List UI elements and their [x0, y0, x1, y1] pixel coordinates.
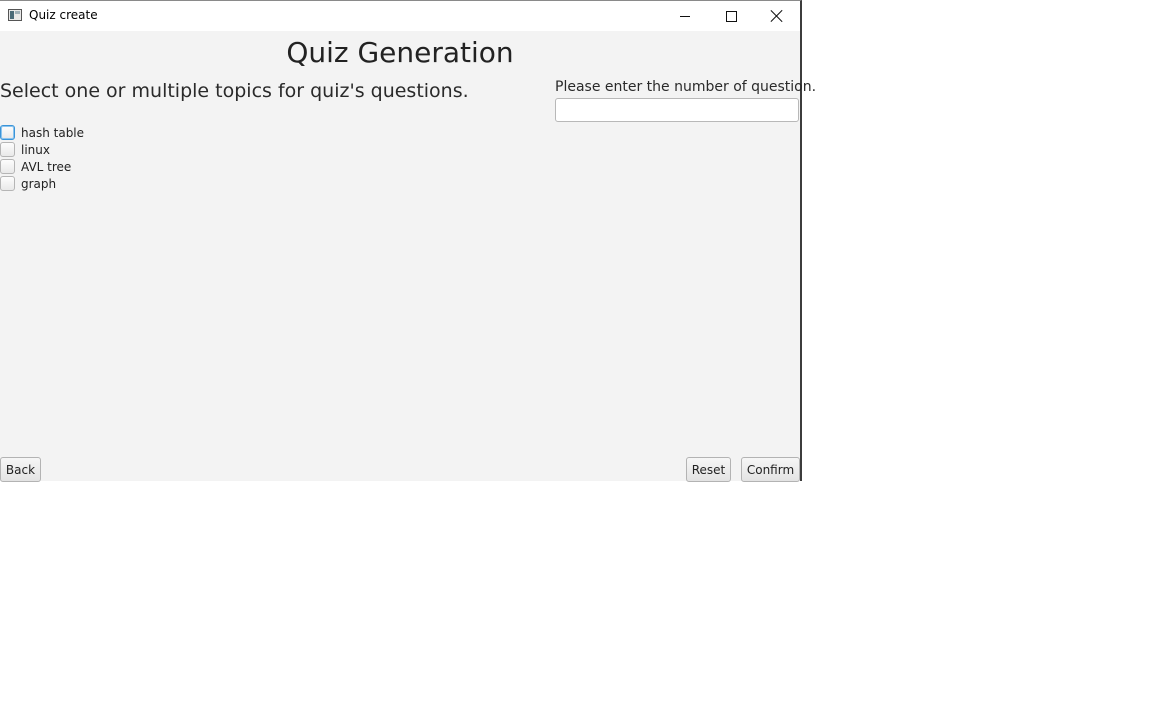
topic-checkbox[interactable] — [0, 159, 15, 174]
topic-item-graph[interactable]: graph — [0, 175, 84, 192]
topic-checkbox[interactable] — [0, 142, 15, 157]
topic-item-linux[interactable]: linux — [0, 141, 84, 158]
title-bar[interactable]: Quiz create — [0, 1, 800, 31]
maximize-button[interactable] — [708, 1, 754, 31]
close-icon — [771, 10, 783, 22]
app-icon — [8, 9, 22, 21]
topic-label: linux — [21, 142, 50, 157]
question-count-label: Please enter the number of question. — [555, 79, 817, 95]
topic-item-hash-table[interactable]: hash table — [0, 124, 84, 141]
topic-label: graph — [21, 176, 57, 191]
minimize-icon — [680, 15, 690, 17]
topics-instruction: Select one or multiple topics for quiz's… — [0, 80, 469, 102]
close-button[interactable] — [754, 1, 800, 31]
topic-item-avl-tree[interactable]: AVL tree — [0, 158, 84, 175]
confirm-button[interactable]: Confirm — [741, 457, 800, 482]
topic-label: hash table — [21, 125, 85, 140]
question-count-input[interactable] — [555, 98, 799, 122]
quiz-create-window: Quiz create Quiz Generation Select one o… — [0, 0, 816, 482]
page-title: Quiz Generation — [286, 36, 514, 69]
minimize-button[interactable] — [662, 1, 708, 31]
reset-button[interactable]: Reset — [686, 457, 731, 482]
topic-checkbox[interactable] — [0, 125, 15, 140]
topic-list: hash table linux AVL tree graph — [0, 124, 84, 192]
back-button[interactable]: Back — [0, 457, 41, 482]
window-title: Quiz create — [29, 8, 98, 22]
topic-checkbox[interactable] — [0, 176, 15, 191]
maximize-icon — [725, 10, 737, 22]
topic-label: AVL tree — [21, 159, 72, 174]
